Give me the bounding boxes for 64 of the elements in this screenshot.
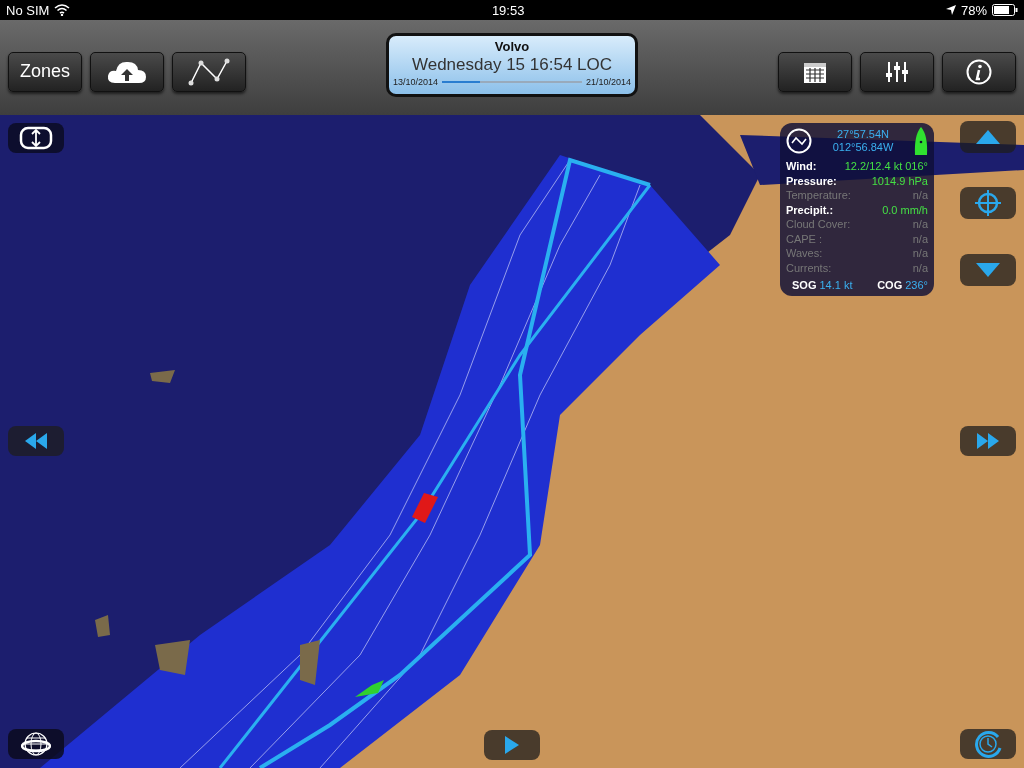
play-icon [504,735,520,755]
sog-label: SOG [792,279,817,291]
info-value: n/a [912,188,928,203]
vertical-arrows-icon [19,126,53,150]
longitude-text: 012°56.84W [832,141,894,154]
resize-button[interactable] [8,123,64,153]
info-label: Pressure: [786,173,837,188]
info-label: Wind: [786,159,817,174]
sliders-button[interactable] [860,51,934,92]
timeline-title: Volvo [494,38,530,54]
info-value: 1014.9 hPa [871,173,928,188]
route-nodes-button[interactable] [172,51,246,92]
crosshair-icon [975,190,1001,216]
cog-value: 236° [905,279,928,291]
info-value: n/a [912,246,928,261]
sliders-icon [885,60,909,83]
center-position-button[interactable] [960,187,1016,219]
down-triangle-icon [975,262,1001,278]
info-label: CAPE : [786,231,823,246]
info-label: Cloud Cover: [786,217,851,232]
timeline-datetime: Wednesday 15 16:54 LOC [411,54,612,75]
scroll-up-button[interactable] [960,121,1016,153]
rewind-icon [24,432,48,450]
fast-forward-button[interactable] [960,426,1016,456]
scroll-down-button[interactable] [960,254,1016,286]
zones-button[interactable]: Zones [8,51,82,92]
clock-time: 19:53 [491,2,525,18]
start-boat-icon [355,680,384,697]
globe-icon [21,731,51,757]
globe-rotate-button[interactable] [8,729,64,759]
up-triangle-icon [975,129,1001,145]
clock-icon [974,730,1002,758]
cog-label: COG [877,279,903,291]
end-date: 21/10/2014 [585,76,631,87]
location-arrow-icon [945,5,956,15]
fast-forward-icon [976,432,1000,450]
info-value: 12.2/12.4 kt 016° [844,159,928,174]
timeline-track[interactable] [442,80,582,83]
info-value: n/a [912,260,928,275]
time-button[interactable] [960,729,1016,759]
cloud-upload-button[interactable] [90,51,164,92]
calendar-button[interactable] [778,51,852,92]
latitude-text: 27°57.54N [836,128,890,141]
carrier-label: No SIM [6,2,50,18]
play-button[interactable] [484,730,540,760]
info-label: Waves: [786,246,823,261]
info-label: Precipit.: [786,202,834,217]
info-value: n/a [912,217,928,232]
timeline-panel[interactable]: Volvo Wednesday 15 16:54 LOC 13/10/2014 21/10/2014 [386,32,638,97]
wifi-icon [54,4,71,16]
start-date: 13/10/2014 [393,76,439,87]
route-nodes-icon [187,56,231,87]
rewind-button[interactable] [8,426,64,456]
info-icon [966,58,992,85]
battery-icon [992,4,1018,16]
info-value: n/a [912,231,928,246]
info-label: Currents: [786,260,832,275]
boat-icon [914,127,928,155]
battery-level: 78% [960,2,987,18]
info-value: 0.0 mm/h [882,202,928,217]
leading-boat-icon [412,493,438,523]
info-label: Temperature: [786,188,851,203]
info-button[interactable] [942,51,1016,92]
sog-value: 14.1 kt [819,279,853,291]
